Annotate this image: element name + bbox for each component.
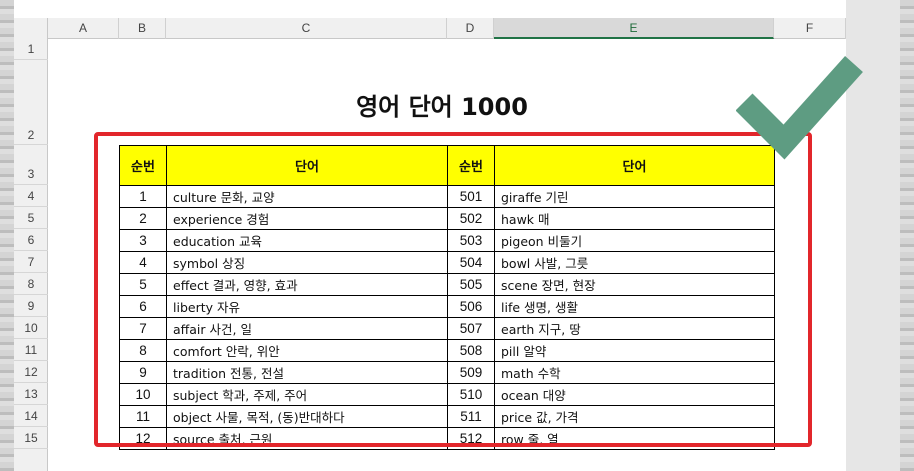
row-header-5[interactable]: 5: [14, 207, 48, 229]
column-header-e[interactable]: E: [494, 18, 774, 39]
cell-word-right[interactable]: scene 장면, 현장: [494, 273, 775, 296]
table-row: 4 symbol 상징 504 bowl 사발, 그릇: [119, 251, 775, 274]
cell-number-left[interactable]: 11: [119, 405, 167, 428]
sheet-grid[interactable]: 영어 단어 1000 순번 단어 순번 단어 1 culture 문화, 교양 50…: [48, 39, 846, 471]
cell-number-left[interactable]: 12: [119, 427, 167, 450]
cell-number-left[interactable]: 1: [119, 185, 167, 208]
table-row: 9 tradition 전통, 전설 509 math 수학: [119, 361, 775, 384]
check-stroke: [736, 55, 863, 160]
row-header-14[interactable]: 14: [14, 405, 48, 427]
header-number-right[interactable]: 순번: [447, 145, 495, 186]
column-header-d[interactable]: D: [447, 18, 494, 39]
cell-word-left[interactable]: subject 학과, 주제, 주어: [166, 383, 448, 406]
cell-number-right[interactable]: 503: [447, 229, 495, 252]
select-all-corner[interactable]: [14, 18, 48, 39]
cell-word-left[interactable]: experience 경험: [166, 207, 448, 230]
cell-number-right[interactable]: 510: [447, 383, 495, 406]
table-row: 1 culture 문화, 교양 501 giraffe 기린: [119, 185, 775, 208]
cell-word-right[interactable]: hawk 매: [494, 207, 775, 230]
row-header-13[interactable]: 13: [14, 383, 48, 405]
cell-number-right[interactable]: 501: [447, 185, 495, 208]
cell-word-right[interactable]: ocean 대양: [494, 383, 775, 406]
row-header-1[interactable]: 1: [14, 39, 48, 60]
cell-word-right[interactable]: giraffe 기린: [494, 185, 775, 208]
cell-number-right[interactable]: 506: [447, 295, 495, 318]
table-row: 3 education 교육 503 pigeon 비둘기: [119, 229, 775, 252]
row-header-2[interactable]: 2: [14, 60, 48, 145]
cell-number-left[interactable]: 10: [119, 383, 167, 406]
cell-number-left[interactable]: 3: [119, 229, 167, 252]
row-header-bar: 1 2 3 4 5 6 7 8 9 10 11 12 13 14 15: [14, 39, 48, 471]
table-row: 8 comfort 안락, 위안 508 pill 알약: [119, 339, 775, 362]
header-word-right[interactable]: 단어: [494, 145, 775, 186]
row-header-11[interactable]: 11: [14, 339, 48, 361]
row-header-3[interactable]: 3: [14, 145, 48, 185]
row-header-7[interactable]: 7: [14, 251, 48, 273]
cell-word-right[interactable]: pigeon 비둘기: [494, 229, 775, 252]
spreadsheet-screenshot: A B C D E F 1 2 3 4 5 6 7 8 9 10 11 12 1…: [0, 0, 914, 471]
cell-word-left[interactable]: liberty 자유: [166, 295, 448, 318]
row-header-9[interactable]: 9: [14, 295, 48, 317]
column-header-f[interactable]: F: [774, 18, 846, 39]
row-header-8[interactable]: 8: [14, 273, 48, 295]
cell-number-right[interactable]: 509: [447, 361, 495, 384]
cell-number-right[interactable]: 508: [447, 339, 495, 362]
column-header-b[interactable]: B: [119, 18, 166, 39]
cell-number-left[interactable]: 4: [119, 251, 167, 274]
column-header-a[interactable]: A: [48, 18, 119, 39]
table-row: 7 affair 사건, 일 507 earth 지구, 땅: [119, 317, 775, 340]
cell-number-left[interactable]: 7: [119, 317, 167, 340]
check-icon: [736, 55, 863, 160]
row-header-4[interactable]: 4: [14, 185, 48, 207]
cell-number-left[interactable]: 2: [119, 207, 167, 230]
cell-word-left[interactable]: effect 결과, 영향, 효과: [166, 273, 448, 296]
table-row: 2 experience 경험 502 hawk 매: [119, 207, 775, 230]
cell-word-right[interactable]: pill 알약: [494, 339, 775, 362]
cell-number-left[interactable]: 5: [119, 273, 167, 296]
cell-word-left[interactable]: object 사물, 목적, (동)반대하다: [166, 405, 448, 428]
cell-word-right[interactable]: row 줄, 열: [494, 427, 775, 450]
torn-edge-right: [900, 0, 914, 471]
cell-number-right[interactable]: 511: [447, 405, 495, 428]
cell-word-right[interactable]: earth 지구, 땅: [494, 317, 775, 340]
table-row: 5 effect 결과, 영향, 효과 505 scene 장면, 현장: [119, 273, 775, 296]
cell-number-left[interactable]: 9: [119, 361, 167, 384]
cell-word-left[interactable]: symbol 상징: [166, 251, 448, 274]
table-header-row: 순번 단어 순번 단어: [119, 145, 775, 186]
cell-number-left[interactable]: 6: [119, 295, 167, 318]
cell-word-left[interactable]: comfort 안락, 위안: [166, 339, 448, 362]
word-table: 순번 단어 순번 단어 1 culture 문화, 교양 501 giraffe 기린…: [119, 145, 775, 450]
row-header-10[interactable]: 10: [14, 317, 48, 339]
cell-number-right[interactable]: 507: [447, 317, 495, 340]
cell-number-right[interactable]: 502: [447, 207, 495, 230]
cell-word-left[interactable]: education 교육: [166, 229, 448, 252]
cell-word-right[interactable]: price 값, 가격: [494, 405, 775, 428]
column-header-c[interactable]: C: [166, 18, 447, 39]
cell-number-right[interactable]: 512: [447, 427, 495, 450]
cell-number-right[interactable]: 505: [447, 273, 495, 296]
table-row: 12 source 출처, 근원 512 row 줄, 열: [119, 427, 775, 450]
column-header-bar: A B C D E F: [14, 18, 846, 39]
cell-word-right[interactable]: bowl 사발, 그릇: [494, 251, 775, 274]
header-number-left[interactable]: 순번: [119, 145, 167, 186]
torn-edge-left: [0, 0, 14, 471]
table-row: 10 subject 학과, 주제, 주어 510 ocean 대양: [119, 383, 775, 406]
cell-word-right[interactable]: math 수학: [494, 361, 775, 384]
row-header-12[interactable]: 12: [14, 361, 48, 383]
table-row: 6 liberty 자유 506 life 생명, 생활: [119, 295, 775, 318]
cell-word-right[interactable]: life 생명, 생활: [494, 295, 775, 318]
table-row: 11 object 사물, 목적, (동)반대하다 511 price 값, 가격: [119, 405, 775, 428]
header-word-left[interactable]: 단어: [166, 145, 448, 186]
cell-word-left[interactable]: culture 문화, 교양: [166, 185, 448, 208]
cell-number-left[interactable]: 8: [119, 339, 167, 362]
sheet-title: 영어 단어 1000: [356, 93, 528, 121]
cell-word-left[interactable]: tradition 전통, 전설: [166, 361, 448, 384]
row-header-6[interactable]: 6: [14, 229, 48, 251]
cell-word-left[interactable]: source 출처, 근원: [166, 427, 448, 450]
cell-word-left[interactable]: affair 사건, 일: [166, 317, 448, 340]
row-header-15[interactable]: 15: [14, 427, 48, 449]
cell-number-right[interactable]: 504: [447, 251, 495, 274]
